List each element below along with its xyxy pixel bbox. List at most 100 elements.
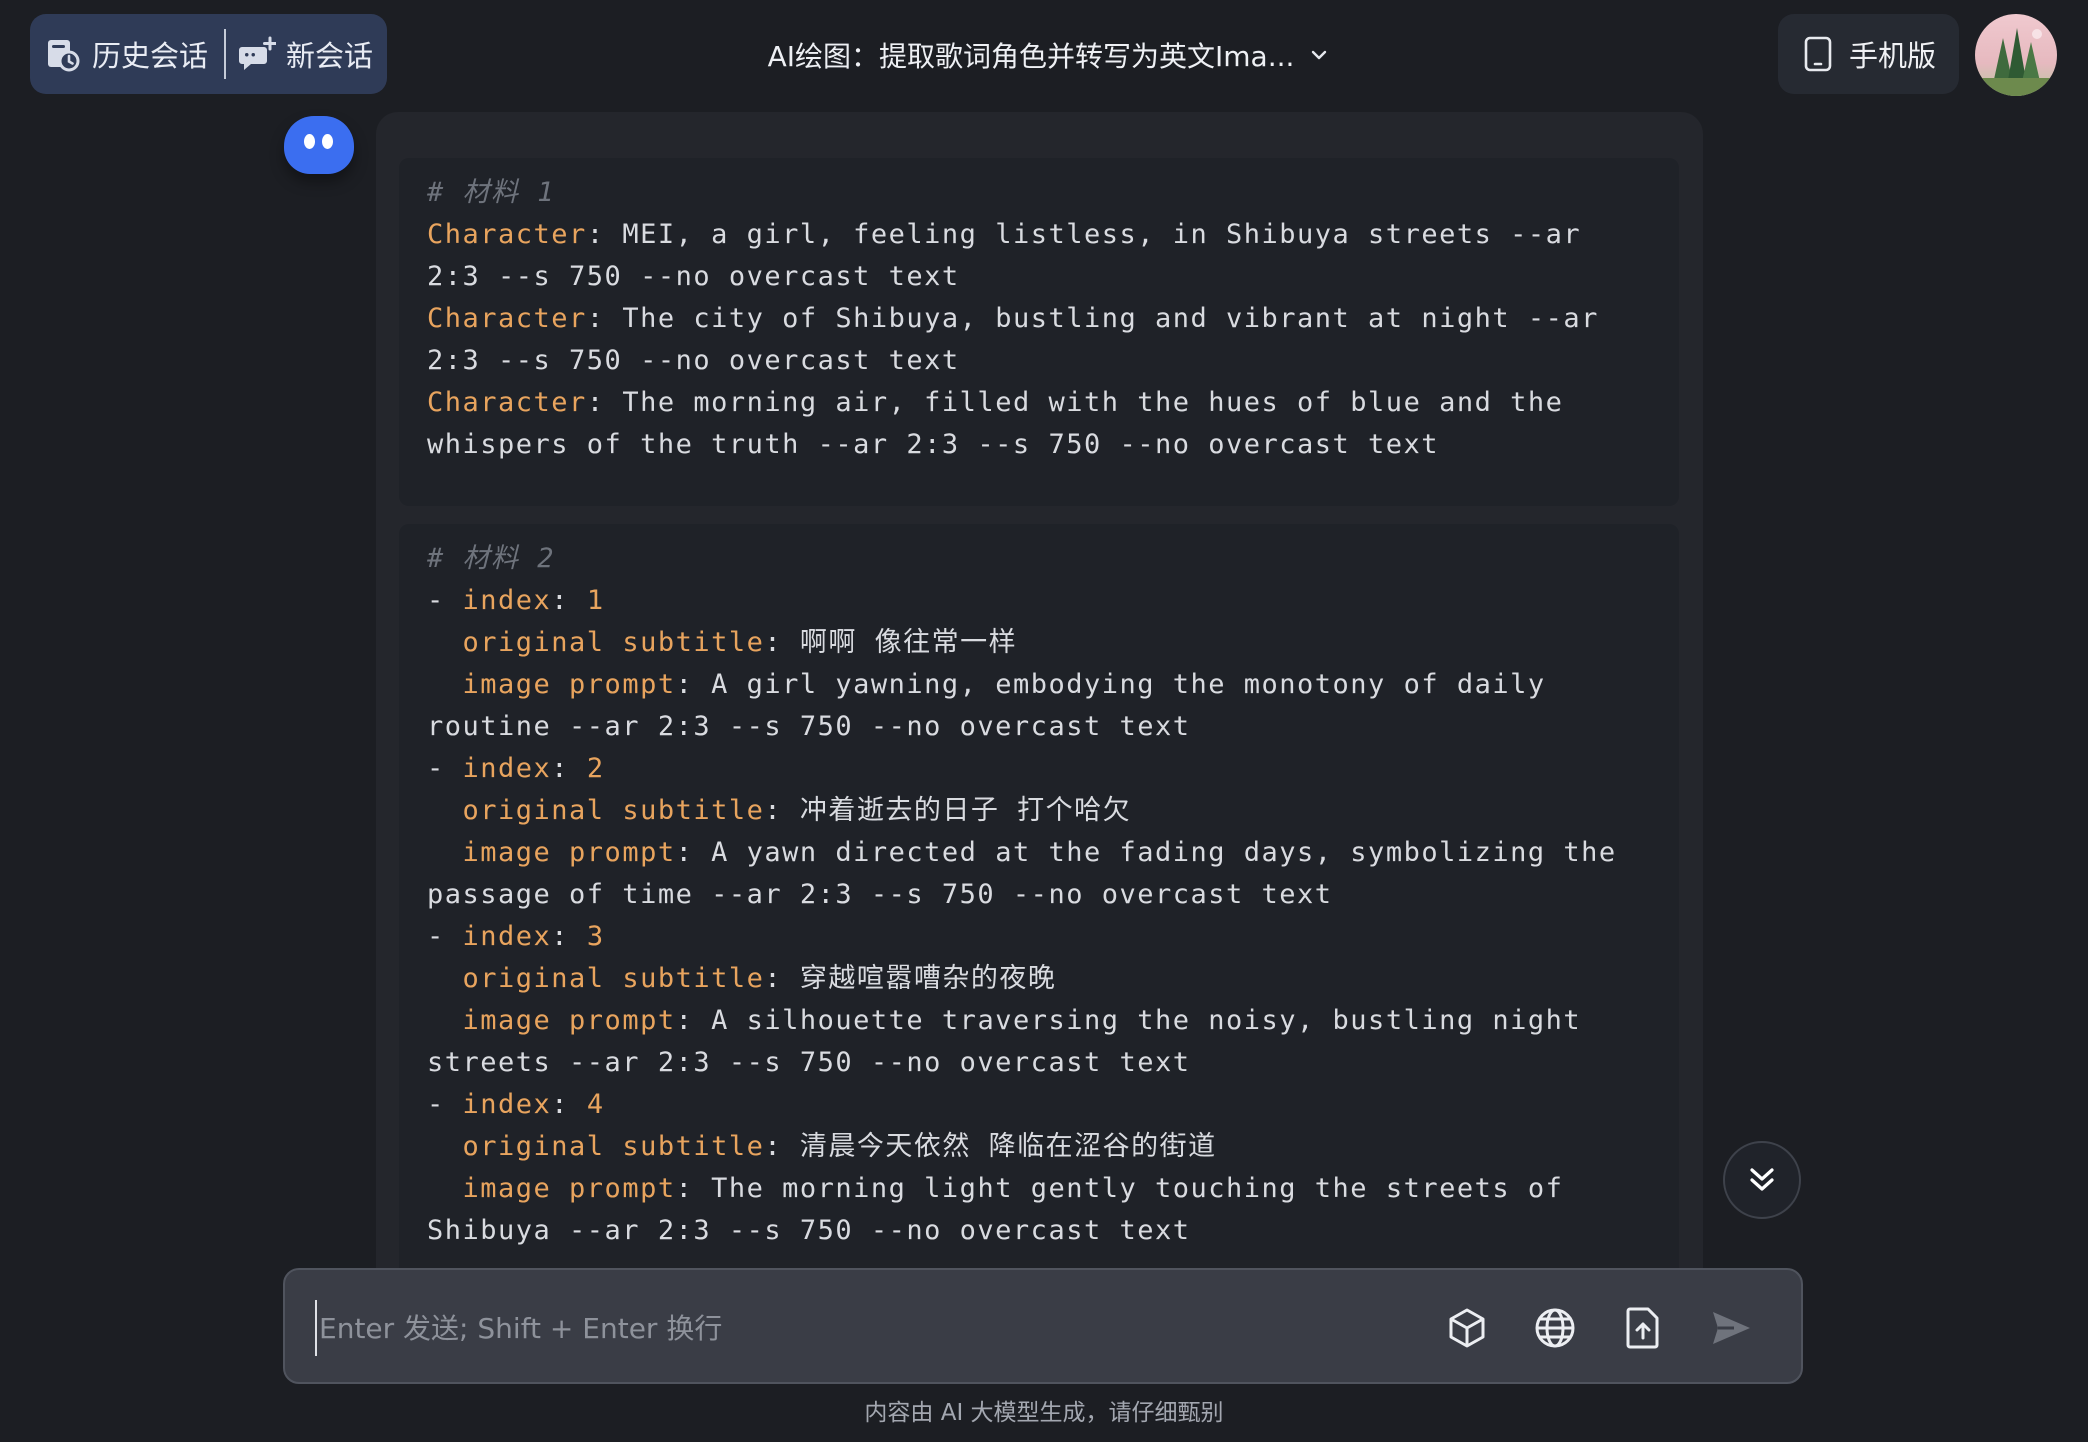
plugin-button[interactable] — [1442, 1303, 1492, 1353]
code-value: streets --ar 2:3 --s 750 --no overcast t… — [427, 1047, 1191, 1078]
cube-icon — [1449, 1308, 1485, 1348]
code-block-material-2: # 材料 2 - index: 1 original subtitle: 啊啊 像… — [399, 524, 1679, 1284]
assistant-avatar — [284, 116, 354, 174]
code-line: routine --ar 2:3 --s 750 --no overcast t… — [427, 706, 1651, 748]
message-input[interactable] — [315, 1300, 1381, 1356]
code-separator: : — [586, 387, 623, 418]
code-line: image prompt: A silhouette traversing th… — [427, 1000, 1651, 1042]
code-line: original subtitle: 清晨今天依然 降临在涩谷的街道 — [427, 1126, 1651, 1168]
code-key: image prompt — [462, 837, 676, 868]
code-separator: : — [551, 585, 587, 616]
code-line: 2:3 --s 750 --no overcast text — [427, 256, 1651, 298]
line-prefix: - — [427, 753, 463, 784]
code-line: image prompt: The morning light gently t… — [427, 1168, 1651, 1210]
conversation-title-dropdown[interactable]: AI绘图：提取歌词角色并转写为英文Ima... — [760, 30, 1340, 80]
line-prefix: - — [427, 585, 463, 616]
code-line: Character: The city of Shibuya, bustling… — [427, 298, 1651, 340]
code-value: The city of Shibuya, bustling and vibran… — [622, 303, 1599, 334]
history-label: 历史会话 — [92, 39, 209, 73]
code-value: A yawn directed at the fading days, symb… — [711, 837, 1617, 868]
code-separator: : — [551, 921, 587, 952]
line-prefix: - — [427, 921, 463, 952]
double-chevron-down-icon — [1750, 1168, 1774, 1191]
code-separator: : — [586, 303, 623, 334]
code-value: 穿越喧嚣嘈杂的夜晚 — [799, 963, 1057, 994]
line-prefix: - — [427, 1089, 463, 1120]
code-separator: : — [675, 837, 712, 868]
conversation-actions: 历史会话 新会话 — [30, 14, 387, 94]
chevron-down-icon — [1312, 50, 1327, 60]
code-line: Character: MEI, a girl, feeling listless… — [427, 214, 1651, 256]
code-line: 2:3 --s 750 --no overcast text — [427, 340, 1651, 382]
code-line: passage of time --ar 2:3 --s 750 --no ov… — [427, 874, 1651, 916]
code-key: index — [462, 921, 552, 952]
code-comment: # 材料 2 — [427, 538, 1651, 580]
disclaimer: 内容由 AI 大模型生成，请仔细甄别 — [864, 1400, 1224, 1426]
code-key: index — [462, 1089, 552, 1120]
mobile-icon — [1804, 36, 1832, 72]
code-value: routine --ar 2:3 --s 750 --no overcast t… — [427, 711, 1191, 742]
avatar-eye — [304, 134, 315, 149]
code-value: A silhouette traversing the noisy, bustl… — [711, 1005, 1582, 1036]
code-value: The morning light gently touching the st… — [711, 1173, 1564, 1204]
divider — [224, 29, 226, 79]
mobile-version-button[interactable]: 手机版 — [1778, 14, 1959, 94]
code-separator: : — [675, 669, 712, 700]
code-key: image prompt — [462, 1173, 676, 1204]
code-separator: : — [764, 795, 800, 826]
code-block-material-1: # 材料 1 Character: MEI, a girl, feeling li… — [399, 158, 1679, 506]
upload-file-button[interactable] — [1618, 1303, 1668, 1353]
history-button[interactable]: 历史会话 — [44, 26, 208, 82]
code-comment: # 材料 1 — [427, 172, 1651, 214]
code-separator: : — [764, 963, 800, 994]
code-key: original subtitle — [462, 795, 765, 826]
code-value: passage of time --ar 2:3 --s 750 --no ov… — [427, 879, 1333, 910]
code-line: image prompt: A girl yawning, embodying … — [427, 664, 1651, 706]
code-value: 2:3 --s 750 --no overcast text — [427, 261, 960, 292]
scroll-to-bottom-button[interactable] — [1723, 1141, 1801, 1219]
code-line: - index: 3 — [427, 916, 1651, 958]
code-line: - index: 4 — [427, 1084, 1651, 1126]
mobile-label: 手机版 — [1848, 39, 1936, 73]
code-number: 4 — [586, 1089, 605, 1120]
code-line: Character: The morning air, filled with … — [427, 382, 1651, 424]
code-key: Character — [427, 387, 587, 418]
conversation-title: AI绘图：提取歌词角色并转写为英文Ima... — [767, 40, 1295, 73]
code-number: 3 — [586, 921, 605, 952]
comment-text: # 材料 2 — [427, 543, 556, 574]
line-prefix — [427, 837, 463, 868]
new-chat-label: 新会话 — [286, 39, 374, 73]
code-value: MEI, a girl, feeling listless, in Shibuy… — [622, 219, 1582, 250]
code-line: original subtitle: 啊啊 像往常一样 — [427, 622, 1651, 664]
line-prefix — [427, 627, 463, 658]
line-prefix — [427, 1005, 463, 1036]
code-line: original subtitle: 冲着逝去的日子 打个哈欠 — [427, 790, 1651, 832]
code-separator: : — [764, 1131, 800, 1162]
globe-icon — [1535, 1308, 1575, 1348]
avatar-image — [1975, 14, 2057, 96]
code-key: index — [462, 753, 552, 784]
line-prefix — [427, 1173, 463, 1204]
message-composer — [283, 1268, 1803, 1384]
code-number: 2 — [586, 753, 605, 784]
user-avatar[interactable] — [1975, 14, 2057, 96]
code-line: whispers of the truth --ar 2:3 --s 750 -… — [427, 424, 1651, 466]
code-key: index — [462, 585, 552, 616]
new-chat-button[interactable]: 新会话 — [238, 26, 373, 82]
code-value: 清晨今天依然 降临在涩谷的街道 — [799, 1131, 1217, 1162]
code-value: 冲着逝去的日子 打个哈欠 — [799, 795, 1132, 826]
send-button[interactable] — [1706, 1303, 1756, 1353]
new-chat-icon — [239, 36, 276, 70]
web-search-button[interactable] — [1530, 1303, 1580, 1353]
code-line: - index: 2 — [427, 748, 1651, 790]
line-prefix — [427, 963, 463, 994]
code-value: 啊啊 像往常一样 — [799, 627, 1018, 658]
line-prefix — [427, 1131, 463, 1162]
code-key: Character — [427, 219, 587, 250]
code-value: The morning air, filled with the hues of… — [622, 387, 1564, 418]
top-bar: 历史会话 新会话 AI绘图：提取歌词角色并转写为英文Ima... 手机版 — [0, 0, 2088, 112]
code-value: A girl yawning, embodying the monotony o… — [711, 669, 1546, 700]
upload-file-icon — [1626, 1307, 1659, 1349]
code-key: Character — [427, 303, 587, 334]
code-key: original subtitle — [462, 1131, 765, 1162]
